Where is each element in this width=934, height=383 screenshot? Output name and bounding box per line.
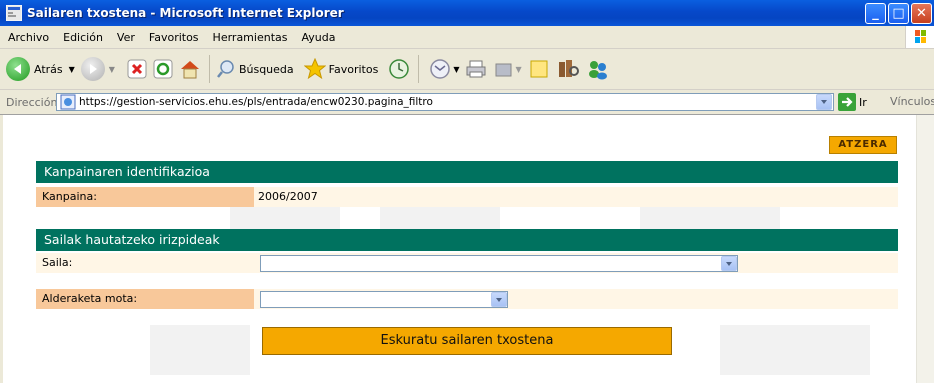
- minimize-button[interactable]: _: [865, 3, 886, 24]
- print-icon: [466, 60, 486, 78]
- department-select[interactable]: [260, 255, 738, 272]
- back-arrow-icon: [6, 57, 30, 81]
- watermark-shape: [720, 325, 870, 375]
- history-button[interactable]: [388, 58, 410, 80]
- title-bar: Sailaren txostena - Microsoft Internet E…: [0, 0, 934, 26]
- department-row: Saila:: [36, 253, 898, 273]
- section-header-campaign: Kanpainaren identifikazioa: [36, 161, 898, 183]
- address-bar: Dirección https://gestion-servicios.ehu.…: [0, 90, 934, 115]
- toolbar: Atrás ▼ ▼ Búsqueda Favoritos ▼ ▼: [0, 49, 934, 90]
- back-button[interactable]: Atrás ▼: [6, 57, 75, 81]
- stop-icon: [127, 59, 147, 79]
- comparison-row: Alderaketa mota:: [36, 289, 898, 309]
- print-button[interactable]: [465, 58, 487, 80]
- page-icon: [60, 94, 76, 110]
- note-icon: [530, 60, 548, 78]
- refresh-icon: [153, 59, 173, 79]
- comparison-select[interactable]: [260, 291, 508, 308]
- go-arrow-icon: [838, 93, 856, 111]
- campaign-row: Kanpaina: 2006/2007: [36, 187, 898, 207]
- search-button[interactable]: Búsqueda: [216, 59, 294, 79]
- campaign-value: 2006/2007: [258, 190, 318, 203]
- address-input[interactable]: https://gestion-servicios.ehu.es/pls/ent…: [56, 93, 834, 111]
- edit-icon: [495, 63, 512, 77]
- watermark-shape: [150, 325, 250, 375]
- close-button[interactable]: ✕: [911, 3, 932, 24]
- favorites-label: Favoritos: [328, 62, 379, 76]
- search-label: Búsqueda: [238, 62, 294, 76]
- separator: [208, 55, 210, 83]
- comparison-dropdown-button[interactable]: [491, 292, 507, 307]
- mail-icon: [430, 59, 451, 79]
- mail-button[interactable]: ▼: [429, 58, 459, 80]
- department-dropdown-button[interactable]: [721, 256, 737, 271]
- menu-ver[interactable]: Ver: [117, 31, 135, 44]
- back-label: Atrás: [34, 62, 63, 76]
- chevron-down-icon: ▼: [453, 64, 460, 74]
- links-label[interactable]: Vínculos: [890, 95, 934, 108]
- address-dropdown-button[interactable]: [816, 94, 832, 110]
- ie-window-icon: [6, 5, 22, 21]
- content-left-border: [0, 115, 3, 383]
- section-header-criteria: Sailak hautatzeko irizpideak: [36, 229, 898, 251]
- address-label: Dirección: [6, 95, 58, 109]
- history-icon: [389, 59, 410, 79]
- go-label: Ir: [859, 95, 867, 109]
- home-icon: [180, 61, 199, 79]
- maximize-button[interactable]: □: [888, 3, 909, 24]
- chevron-down-icon: ▼: [108, 64, 115, 74]
- window-title: Sailaren txostena - Microsoft Internet E…: [27, 6, 344, 20]
- menu-edicion[interactable]: Edición: [63, 31, 103, 44]
- forward-arrow-icon: [80, 57, 105, 81]
- chevron-down-icon: ▼: [515, 64, 522, 74]
- forward-button[interactable]: ▼: [80, 57, 115, 81]
- address-url: https://gestion-servicios.ehu.es/pls/ent…: [79, 96, 433, 108]
- chevron-down-icon: ▼: [68, 64, 75, 74]
- get-report-button[interactable]: Eskuratu sailaren txostena: [262, 327, 672, 355]
- close-icon: ✕: [916, 6, 927, 21]
- comparison-label: Alderaketa mota:: [36, 289, 254, 309]
- star-icon: [303, 58, 326, 80]
- department-label: Saila:: [36, 253, 254, 273]
- research-icon: [558, 60, 579, 77]
- stop-button[interactable]: [127, 59, 147, 79]
- menu-favoritos[interactable]: Favoritos: [149, 31, 199, 44]
- discuss-button[interactable]: [528, 58, 550, 80]
- messenger-icon: [588, 61, 607, 80]
- favorites-button[interactable]: Favoritos: [303, 58, 379, 80]
- search-icon: [216, 60, 234, 78]
- home-button[interactable]: [179, 59, 201, 79]
- research-button[interactable]: [556, 58, 580, 80]
- refresh-button[interactable]: [153, 59, 173, 79]
- menu-bar: Archivo Edición Ver Favoritos Herramient…: [0, 26, 934, 49]
- edit-button[interactable]: ▼: [493, 58, 522, 80]
- separator: [418, 55, 420, 83]
- menu-herramientas[interactable]: Herramientas: [213, 31, 288, 44]
- vertical-scrollbar[interactable]: [916, 115, 934, 383]
- minimize-icon: _: [872, 6, 879, 21]
- go-button[interactable]: Ir: [838, 93, 867, 111]
- atzera-button[interactable]: ATZERA: [829, 136, 897, 154]
- windows-logo-icon: [905, 26, 934, 48]
- maximize-icon: □: [892, 6, 905, 21]
- menu-archivo[interactable]: Archivo: [8, 31, 49, 44]
- messenger-button[interactable]: [586, 58, 610, 80]
- campaign-label: Kanpaina:: [36, 187, 254, 207]
- menu-ayuda[interactable]: Ayuda: [301, 31, 335, 44]
